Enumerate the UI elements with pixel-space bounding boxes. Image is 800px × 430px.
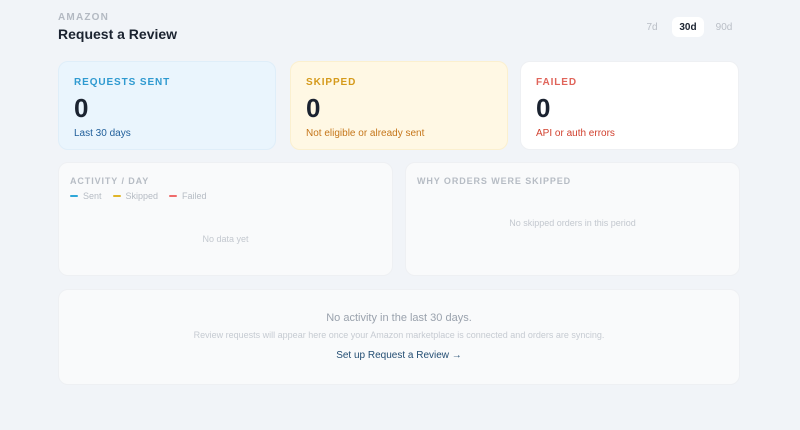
range-7d[interactable]: 7d [636, 17, 668, 37]
page-eyebrow: AMAZON [58, 12, 110, 23]
empty-state-panel: No activity in the last 30 days. Review … [58, 289, 740, 385]
activity-chart-panel: ACTIVITY / DAY Sent Skipped Failed No da… [58, 162, 393, 276]
empty-state-headline: No activity in the last 30 days. [326, 312, 472, 324]
stat-subtext: API or auth errors [536, 128, 615, 139]
stat-card-skipped: SKIPPED 0 Not eligible or already sent [290, 61, 508, 150]
date-range-selector: 7d 30d 90d [636, 17, 740, 37]
stat-value: 0 [74, 93, 89, 123]
skip-reasons-empty-message: No skipped orders in this period [509, 218, 636, 228]
legend-item-sent: Sent [70, 191, 102, 201]
stat-label: REQUESTS SENT [74, 77, 171, 88]
stat-card-requests-sent: REQUESTS SENT 0 Last 30 days [58, 61, 276, 150]
chart-legend: Sent Skipped Failed [70, 191, 207, 201]
stat-label: FAILED [536, 77, 577, 88]
legend-item-skipped: Skipped [112, 191, 159, 201]
stat-card-failed: FAILED 0 API or auth errors [520, 61, 739, 150]
stat-subtext: Last 30 days [74, 128, 131, 139]
stat-subtext: Not eligible or already sent [306, 128, 425, 139]
page-title: Request a Review [58, 26, 178, 42]
legend-swatch-failed [169, 195, 178, 197]
legend-label: Sent [83, 191, 102, 201]
setup-request-review-link[interactable]: Set up Request a Review → [59, 350, 739, 361]
legend-label: Failed [182, 191, 207, 201]
chart-empty-message: No data yet [202, 234, 249, 244]
empty-state-description: Review requests will appear here once yo… [193, 330, 605, 340]
panel-title: ACTIVITY / DAY [70, 176, 150, 186]
legend-item-failed: Failed [169, 191, 207, 201]
stat-value: 0 [306, 93, 321, 123]
stat-value: 0 [536, 93, 551, 123]
stat-label: SKIPPED [306, 77, 357, 88]
legend-label: Skipped [125, 191, 159, 201]
panel-title: WHY ORDERS WERE SKIPPED [417, 176, 572, 186]
range-30d[interactable]: 30d [672, 17, 704, 37]
skip-reasons-panel: WHY ORDERS WERE SKIPPED No skipped order… [405, 162, 740, 276]
legend-swatch-sent [70, 195, 78, 197]
legend-swatch-skipped [112, 195, 121, 197]
range-90d[interactable]: 90d [708, 17, 740, 37]
